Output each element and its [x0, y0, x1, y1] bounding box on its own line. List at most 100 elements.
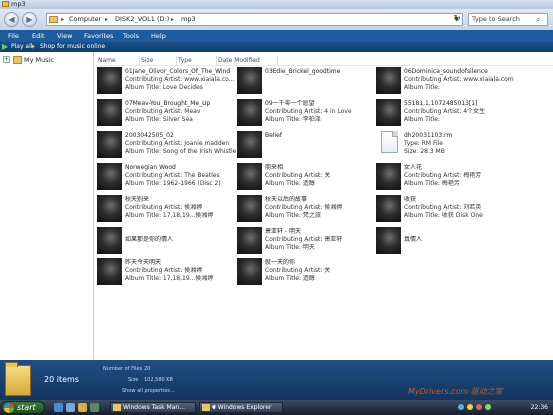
- album-thumbnail: [376, 67, 401, 94]
- column-type[interactable]: Type: [178, 56, 217, 66]
- breadcrumb-disk[interactable]: DISK2_VOL1 (D:): [115, 14, 169, 25]
- column-date-modified[interactable]: Date Modified: [218, 56, 278, 66]
- back-arrow-icon: ◀: [8, 15, 15, 24]
- file-name: 如果那是你的情人: [125, 236, 174, 243]
- file-album: Album Title: Song of the Irish Whistle: [125, 148, 237, 155]
- file-tile[interactable]: 2003042505_02 Contributing Artist: Joani…: [95, 130, 245, 163]
- file-tile[interactable]: 秋天别来 Contributing Artist: 侯湘婷 Album Titl…: [95, 194, 245, 227]
- album-thumbnail: [237, 195, 262, 222]
- file-type: Type: RM File: [404, 140, 444, 147]
- album-thumbnail: [97, 258, 122, 285]
- back-button[interactable]: ◀: [4, 12, 19, 27]
- taskbar: start Windows Task Man... 4 Windows Expl…: [0, 400, 553, 415]
- file-page-icon: [381, 131, 398, 153]
- refresh-icon[interactable]: ↻: [452, 14, 462, 25]
- explorer-window: mp3 ◀ ▶ ▸ Computer ▸ DISK2_VOL1 (D:) ▸ m…: [0, 0, 553, 415]
- taskbar-button-task-manager[interactable]: Windows Task Man...: [110, 402, 196, 413]
- watermark: MyDrivers.com 驱动之家: [408, 387, 503, 396]
- file-name: 2003042505_02: [125, 132, 174, 139]
- chevron-down-icon: ▼: [212, 405, 216, 411]
- start-label: start: [17, 403, 36, 412]
- security-icon[interactable]: [476, 404, 482, 410]
- folder-icon: [2, 1, 9, 7]
- file-tile[interactable]: 06Dominica_soundofsilence Contributing A…: [374, 66, 524, 99]
- tree-item-my-music[interactable]: + My Music: [3, 55, 93, 65]
- file-tile[interactable]: 昨天今天明天 Contributing Artist: 侯湘婷 Album Ti…: [95, 257, 245, 290]
- address-row: ◀ ▶ ▸ Computer ▸ DISK2_VOL1 (D:) ▸ mp3 ▼…: [0, 9, 553, 30]
- shop-icon[interactable]: ✦: [30, 43, 38, 51]
- size-value: 102,580 KB: [144, 377, 173, 383]
- column-name[interactable]: Name: [98, 56, 140, 66]
- file-tile[interactable]: 09一千零一个愿望 Contributing Artist: 4 in Love…: [235, 98, 385, 131]
- address-bar[interactable]: ▸ Computer ▸ DISK2_VOL1 (D:) ▸ mp3 ▼: [46, 13, 463, 26]
- album-thumbnail: [97, 131, 122, 158]
- file-tile[interactable]: Belief: [235, 130, 385, 163]
- start-button[interactable]: start: [1, 401, 45, 414]
- file-album: Album Title:: [404, 116, 441, 123]
- file-tile[interactable]: 55181,1,1072485013[1] Contributing Artis…: [374, 98, 524, 131]
- play-icon[interactable]: ▶: [2, 43, 10, 51]
- file-album: Album Title: Love Decides: [125, 84, 203, 91]
- show-desktop-icon[interactable]: [66, 403, 75, 412]
- forward-arrow-icon: ▶: [26, 15, 33, 24]
- file-tile[interactable]: 如果那是你的情人: [95, 226, 245, 259]
- search-input[interactable]: Type to Search: [472, 14, 520, 25]
- menu-tools[interactable]: Tools: [123, 30, 139, 42]
- file-artist: Contributing Artist: 梅艳芳: [404, 172, 482, 179]
- window-title: mp3: [11, 0, 26, 8]
- file-list: 01Jane_Olivor_Colors_Of_The_Wind Contrib…: [95, 66, 553, 360]
- file-tile[interactable]: 01Jane_Olivor_Colors_Of_The_Wind Contrib…: [95, 66, 245, 99]
- battery-icon[interactable]: [485, 404, 491, 410]
- file-tile[interactable]: 朋来相 Contributing Artist: 关 Album Title: …: [235, 162, 385, 195]
- file-tile[interactable]: 收获 Contributing Artist: 刘若英 Album Title:…: [374, 194, 524, 227]
- taskbar-button-explorer[interactable]: 4 Windows Explorer ▼: [199, 402, 283, 413]
- media-player-icon[interactable]: [90, 403, 99, 412]
- search-box[interactable]: Type to Search ⌕: [468, 13, 548, 26]
- breadcrumb-mp3[interactable]: mp3: [181, 14, 196, 25]
- file-tile[interactable]: Norwegian Wood Contributing Artist: The …: [95, 162, 245, 195]
- column-size[interactable]: Size: [141, 56, 177, 66]
- file-tile[interactable]: 07Meav-You_Brought_Me_Up Contributing Ar…: [95, 98, 245, 131]
- file-tile[interactable]: 秋天以后的故事 Contributing Artist: 侯湘婷 Album T…: [235, 194, 385, 227]
- clock[interactable]: 22:36: [531, 402, 548, 413]
- menu-favorites[interactable]: Favorites: [84, 30, 113, 42]
- chevron-right-icon[interactable]: ▸: [61, 14, 64, 25]
- menu-file[interactable]: File: [8, 30, 19, 42]
- network-icon[interactable]: [458, 404, 464, 410]
- file-tile[interactable]: 真情人: [374, 226, 524, 259]
- expand-icon[interactable]: +: [3, 56, 10, 63]
- file-tile[interactable]: 就一天的你 Contributing Artist: 关 Album Title…: [235, 257, 385, 290]
- menu-edit[interactable]: Edit: [32, 30, 45, 42]
- file-tile[interactable]: 03Edie_Brickel_goodtime: [235, 66, 385, 99]
- show-all-properties-link[interactable]: Show all properties...: [122, 388, 175, 395]
- breadcrumb-computer[interactable]: Computer: [69, 14, 101, 25]
- volume-icon[interactable]: [467, 404, 473, 410]
- menu-view[interactable]: View: [57, 30, 72, 42]
- file-album: Album Title: 造醇: [265, 180, 315, 187]
- file-album: Album Title: 造醇: [265, 275, 315, 282]
- file-artist: Contributing Artist: 侯湘婷: [265, 204, 343, 211]
- search-icon[interactable]: ⌕: [536, 15, 545, 24]
- album-thumbnail: [97, 163, 122, 190]
- file-tile[interactable]: 萧亚轩 - 明天 Contributing Artist: 萧亚轩 Album …: [235, 226, 385, 259]
- file-tile[interactable]: 女人花 Contributing Artist: 梅艳芳 Album Title…: [374, 162, 524, 195]
- size-label: Size: [128, 377, 139, 383]
- ie-icon[interactable]: [54, 403, 63, 412]
- file-tile[interactable]: dh20031103.rm Type: RM File Size: 28.3 M…: [374, 130, 524, 163]
- file-name: Norwegian Wood: [125, 164, 176, 171]
- chevron-right-icon[interactable]: ▸: [105, 14, 108, 25]
- file-name: 朋来相: [265, 164, 284, 171]
- item-count: 20 items: [44, 375, 79, 384]
- file-artist: Contributing Artist: 侯湘婷: [125, 267, 203, 274]
- menu-help[interactable]: Help: [151, 30, 166, 42]
- chevron-right-icon[interactable]: ▸: [171, 14, 174, 25]
- file-size: Size: 28.3 MB: [404, 148, 445, 155]
- explorer-icon[interactable]: [78, 403, 87, 412]
- forward-button[interactable]: ▶: [22, 12, 37, 27]
- folder-icon: [5, 362, 31, 396]
- shop-online-button[interactable]: Shop for music online: [40, 42, 105, 52]
- windows-logo-icon: [4, 403, 14, 413]
- file-album: Album Title: 17,18,19...侯湘婷: [125, 275, 214, 282]
- file-artist: Contributing Artist: 关: [265, 267, 331, 274]
- navigation-pane: + My Music: [0, 52, 94, 360]
